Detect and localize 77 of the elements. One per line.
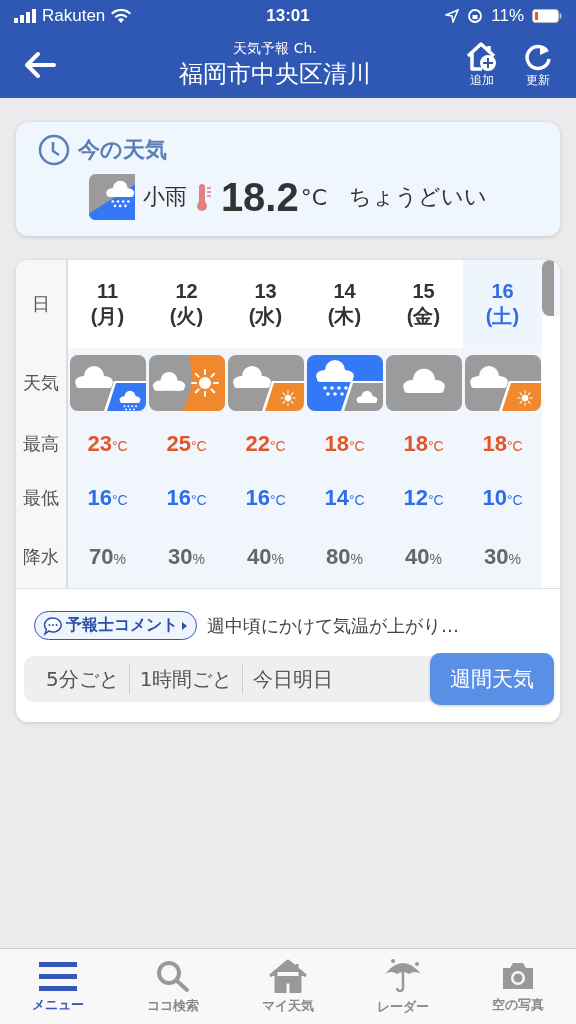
day-weekday: (木) [327,304,362,329]
clock-icon [38,134,70,166]
condition-text: 小雨 [142,183,187,211]
location-title: 福岡市中央区清川 [179,59,371,90]
view-tab[interactable]: 今日明日 [243,664,344,694]
app-subtitle: 天気予報 Ch. [233,40,317,58]
signal-icon [14,9,36,23]
clock-time: 13:01 [266,6,310,26]
battery-percent: 11% [491,6,524,26]
row-label: 最高 [22,432,60,456]
low-temp: 14°C [324,485,365,511]
weather-icon [148,355,225,411]
day-weekday: (水) [248,304,283,329]
high-temp: 25°C [166,431,207,457]
day-date: 12 [175,279,198,304]
temperature-value: 18.2 [220,174,299,220]
day-weekday: (土) [485,304,520,329]
low-temp: 16°C [87,485,128,511]
back-button[interactable] [24,51,56,79]
day-weekday: (火) [169,304,204,329]
high-temp: 22°C [245,431,286,457]
precipitation: 80% [326,544,363,570]
row-label: 日 [31,292,51,316]
weather-icon [542,260,554,316]
row-label: 天気 [22,371,60,395]
low-temp: 16°C [245,485,286,511]
weather-icon [88,174,135,220]
wifi-icon [111,9,132,23]
high-temp: 18°C [403,431,444,457]
comment-text: 週中頃にかけて気温が上がり… [207,613,459,638]
precipitation: 40% [405,544,442,570]
day-date: 15 [412,279,435,304]
temperature-unit: °C [300,184,328,210]
chat-bubble-icon [43,615,63,636]
row-label: 最低 [22,486,60,510]
high-temp: 23°C [87,431,128,457]
forecaster-comment-button[interactable]: 予報士コメント [34,611,197,640]
nav-item[interactable]: レーダー [345,949,461,1024]
low-temp: 10°C [482,485,523,511]
triangle-icon [181,620,188,631]
menu-icon [38,959,77,992]
home-icon [268,958,308,993]
weather-icon [69,355,146,411]
precipitation: 30% [168,544,205,570]
high-temp: 18°C [482,431,523,457]
view-tab[interactable]: 1時間ごと [129,664,244,694]
search-icon [154,958,191,993]
view-tab[interactable]: 5分ごと [36,664,130,694]
precipitation: 70% [89,544,126,570]
high-temp: 18°C [324,431,365,457]
weather-icon [306,355,383,411]
refresh-button[interactable]: 更新 [510,41,566,89]
low-temp: 12°C [403,485,444,511]
day-date: 11 [96,279,119,304]
home-plus-icon [466,41,498,72]
low-temp: 16°C [166,485,207,511]
nav-item[interactable]: メニュー [0,949,116,1024]
row-label: 降水 [22,545,60,569]
day-weekday: (金) [406,304,441,329]
precipitation: 40% [247,544,284,570]
feeling-text: ちょうどいい [349,183,488,211]
umbrella-icon [383,957,424,994]
weather-icon [464,355,541,411]
day-date: 14 [333,279,356,304]
carrier-name: Rakuten [42,6,106,26]
day-weekday: (月) [90,304,125,329]
location-icon [445,9,460,23]
weather-icon [385,355,462,411]
precipitation: 30% [484,544,521,570]
section-title: 今の天気 [78,136,167,164]
add-button[interactable]: 追加 [454,41,510,89]
battery-icon [532,9,562,23]
day-date: 13 [254,279,277,304]
day-date: 16 [491,279,514,304]
thermometer-icon [194,182,213,212]
rotation-lock-icon [467,8,484,24]
weather-icon [227,355,304,411]
